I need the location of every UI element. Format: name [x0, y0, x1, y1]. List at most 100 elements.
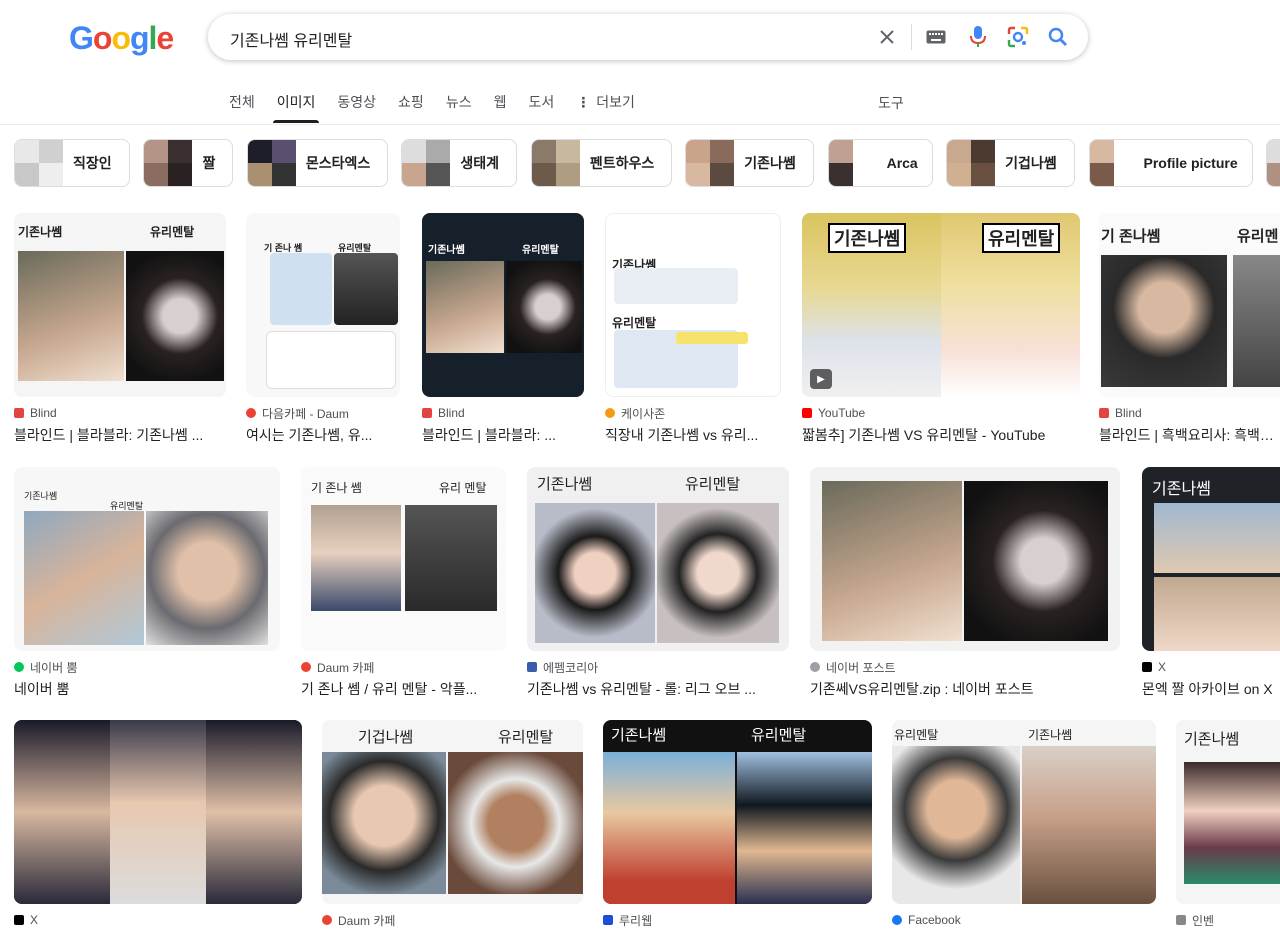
result-thumbnail[interactable]: 기존나쎔 유리멘탈: [527, 467, 789, 651]
result-source: 네이버 포스트: [810, 659, 1120, 675]
result-thumbnail[interactable]: 기존나쎔: [1142, 467, 1280, 651]
tab-books[interactable]: 도서: [528, 90, 554, 124]
tools-button[interactable]: 도구: [878, 93, 904, 113]
chip[interactable]: 펜트하우스: [530, 139, 672, 187]
thumbnail-caption: 유리멘탈: [498, 729, 554, 746]
chip-label: 기존나쎔: [744, 155, 796, 171]
image-result[interactable]: 기존나쎔 인벤: [1176, 720, 1280, 928]
mic-icon[interactable]: [966, 25, 990, 49]
result-source: X: [1142, 659, 1280, 675]
lens-icon[interactable]: [1006, 25, 1030, 49]
chip[interactable]: [1266, 139, 1280, 187]
result-title[interactable]: 몬엑 짤 아카이브 on X: [1142, 679, 1280, 699]
tab-news[interactable]: 뉴스: [446, 90, 472, 124]
search-divider: [911, 24, 912, 50]
thumbnail-caption: 기존나쎔: [537, 476, 593, 493]
tab-web[interactable]: 웹: [494, 90, 507, 124]
result-thumbnail[interactable]: 유리멘탈 기존나쎔: [892, 720, 1156, 904]
image-result[interactable]: 기존나쎔 유리멘탈 Blind 블라인드 | 블라블라: 기존나쎔 ...: [14, 213, 226, 445]
chip-thumbnail: [828, 140, 877, 186]
source-name: Daum 카페: [338, 913, 396, 928]
chip[interactable]: 기겁나쎔: [946, 139, 1076, 187]
keyboard-icon[interactable]: [924, 25, 948, 49]
source-favicon: [14, 915, 24, 925]
result-title[interactable]: 블라인드 | 블라블라: ...: [422, 425, 584, 445]
image-result[interactable]: 기겁나쎔 유리멘탈 Daum 카페: [322, 720, 583, 928]
result-title[interactable]: 직장내 기존나쎔 vs 유리...: [605, 425, 781, 445]
source-name: 루리웹: [619, 913, 653, 928]
chip[interactable]: 몬스타엑스: [246, 139, 388, 187]
tab-images[interactable]: 이미지: [272, 90, 320, 124]
result-title[interactable]: 기존쎄VS유리멘탈.zip : 네이버 포스트: [810, 679, 1120, 699]
thumbnail-caption: 기 존나쎔: [1101, 228, 1161, 245]
chip-thumbnail: [144, 140, 193, 186]
image-result[interactable]: 기존나쎔 X 몬엑 짤 아카이브 on X: [1142, 467, 1280, 699]
result-title[interactable]: 네이버 뿜: [14, 679, 280, 699]
chip[interactable]: 기존나쎔: [685, 139, 815, 187]
image-result[interactable]: 기존나쎔 유리멘탈 에펨코리아 기존나쎔 vs 유리멘탈 - 롤: 리그 오브 …: [527, 467, 789, 699]
result-source: 케이사존: [605, 405, 781, 421]
result-thumbnail[interactable]: 기존나쎔 유리멘탈: [14, 467, 280, 651]
result-source: Daum 카페: [322, 912, 583, 928]
tab-more[interactable]: ⋮ 더보기: [576, 90, 635, 124]
source-name: YouTube: [818, 406, 866, 420]
result-title[interactable]: 블라인드 | 흑백요리사: 흑백요리: [1099, 425, 1280, 445]
thumbnail-caption: 유리멘탈: [685, 476, 741, 493]
thumbnail-caption: 유리멘탈: [522, 245, 559, 256]
image-result[interactable]: 기존나쎔 유리멘탈 루리웹: [603, 720, 872, 928]
source-favicon: [603, 915, 613, 925]
result-thumbnail[interactable]: 기 존나쎔 유리멘: [1099, 213, 1280, 397]
chip[interactable]: 직장인: [14, 139, 130, 187]
thumbnail-caption: 유리멘탈: [150, 225, 195, 239]
image-result[interactable]: X: [14, 720, 302, 928]
image-result[interactable]: 기존나쎔 유리멘탈 케이사존 직장내 기존나쎔 vs 유리...: [605, 213, 781, 445]
search-input[interactable]: 기존나쎔 유리멘탈: [230, 27, 352, 51]
result-source: YouTube: [802, 405, 1080, 421]
image-result[interactable]: 기 존나쎔 유리멘 Blind 블라인드 | 흑백요리사: 흑백요리: [1099, 213, 1280, 445]
image-result[interactable]: 기존나쎔 유리멘탈 ▶ YouTube 짧봄추] 기존나쎔 VS 유리멘탈 - …: [802, 213, 1080, 445]
tab-shopping[interactable]: 쇼핑: [398, 90, 424, 124]
image-result[interactable]: 기 존나 쎔 유리 멘탈 Daum 카페 기 존나 쎔 / 유리 멘탈 - 악플…: [301, 467, 506, 699]
source-name: Blind: [30, 406, 57, 420]
search-box[interactable]: 기존나쎔 유리멘탈: [208, 14, 1088, 60]
search-icon[interactable]: [1046, 25, 1070, 49]
image-result[interactable]: 네이버 포스트 기존쎄VS유리멘탈.zip : 네이버 포스트: [810, 467, 1120, 699]
result-thumbnail[interactable]: [810, 467, 1120, 651]
result-title[interactable]: 여시는 기존나쎔, 유...: [246, 425, 400, 445]
image-result[interactable]: 기존나쎔 유리멘탈 네이버 뿜 네이버 뿜: [14, 467, 280, 699]
result-title[interactable]: 기존나쎔 vs 유리멘탈 - 롤: 리그 오브 ...: [527, 679, 789, 699]
result-thumbnail[interactable]: 기겁나쎔 유리멘탈: [322, 720, 583, 904]
result-thumbnail[interactable]: 기존나쎔 유리멘탈: [422, 213, 584, 397]
tab-more-label: 더보기: [596, 94, 635, 110]
chip-thumbnail: [247, 140, 296, 186]
source-name: 케이사존: [621, 406, 666, 421]
result-title[interactable]: 블라인드 | 블라블라: 기존나쎔 ...: [14, 425, 226, 445]
chip[interactable]: 짤: [143, 139, 234, 187]
chip-thumbnail: [686, 140, 735, 186]
result-thumbnail[interactable]: 기 존나 쎔 유리 멘탈: [301, 467, 506, 651]
tab-videos[interactable]: 동영상: [337, 90, 376, 124]
source-favicon: [246, 408, 256, 418]
chip[interactable]: 생태계: [401, 139, 518, 187]
result-thumbnail[interactable]: 기존나쎔 유리멘탈: [605, 213, 781, 397]
result-title[interactable]: 기 존나 쎔 / 유리 멘탈 - 악플...: [301, 679, 506, 699]
result-thumbnail[interactable]: 기존나쎔 유리멘탈: [14, 213, 226, 397]
result-thumbnail[interactable]: 기존나쎔 유리멘탈 ▶: [802, 213, 1080, 397]
image-result[interactable]: 유리멘탈 기존나쎔 Facebook: [892, 720, 1156, 928]
google-logo[interactable]: Google: [69, 20, 174, 57]
search-tabs: 전체 이미지 동영상 쇼핑 뉴스 웹 도서 ⋮ 더보기: [229, 90, 657, 124]
related-chips: 직장인 짤 몬스타엑스 생태계 펜트하우스 기존나쎔 Arca 기겁나쎔 Pro…: [14, 139, 1280, 189]
result-thumbnail[interactable]: 기존나쎔 유리멘탈: [603, 720, 872, 904]
close-icon[interactable]: [875, 25, 899, 49]
chip[interactable]: Profile picture: [1088, 139, 1253, 187]
tab-all[interactable]: 전체: [229, 90, 255, 124]
result-title[interactable]: 짧봄추] 기존나쎔 VS 유리멘탈 - YouTube: [802, 425, 1080, 445]
result-thumbnail[interactable]: 기 존나 쎔 유리멘탈: [246, 213, 400, 397]
result-thumbnail[interactable]: [14, 720, 302, 904]
image-result[interactable]: 기존나쎔 유리멘탈 Blind 블라인드 | 블라블라: ...: [422, 213, 584, 445]
image-result[interactable]: 기 존나 쎔 유리멘탈 다음카페 - Daum 여시는 기존나쎔, 유...: [246, 213, 400, 445]
source-favicon: [422, 408, 432, 418]
chip[interactable]: Arca: [827, 139, 933, 187]
result-thumbnail[interactable]: 기존나쎔: [1176, 720, 1280, 904]
chip-label: 생태계: [460, 155, 499, 171]
